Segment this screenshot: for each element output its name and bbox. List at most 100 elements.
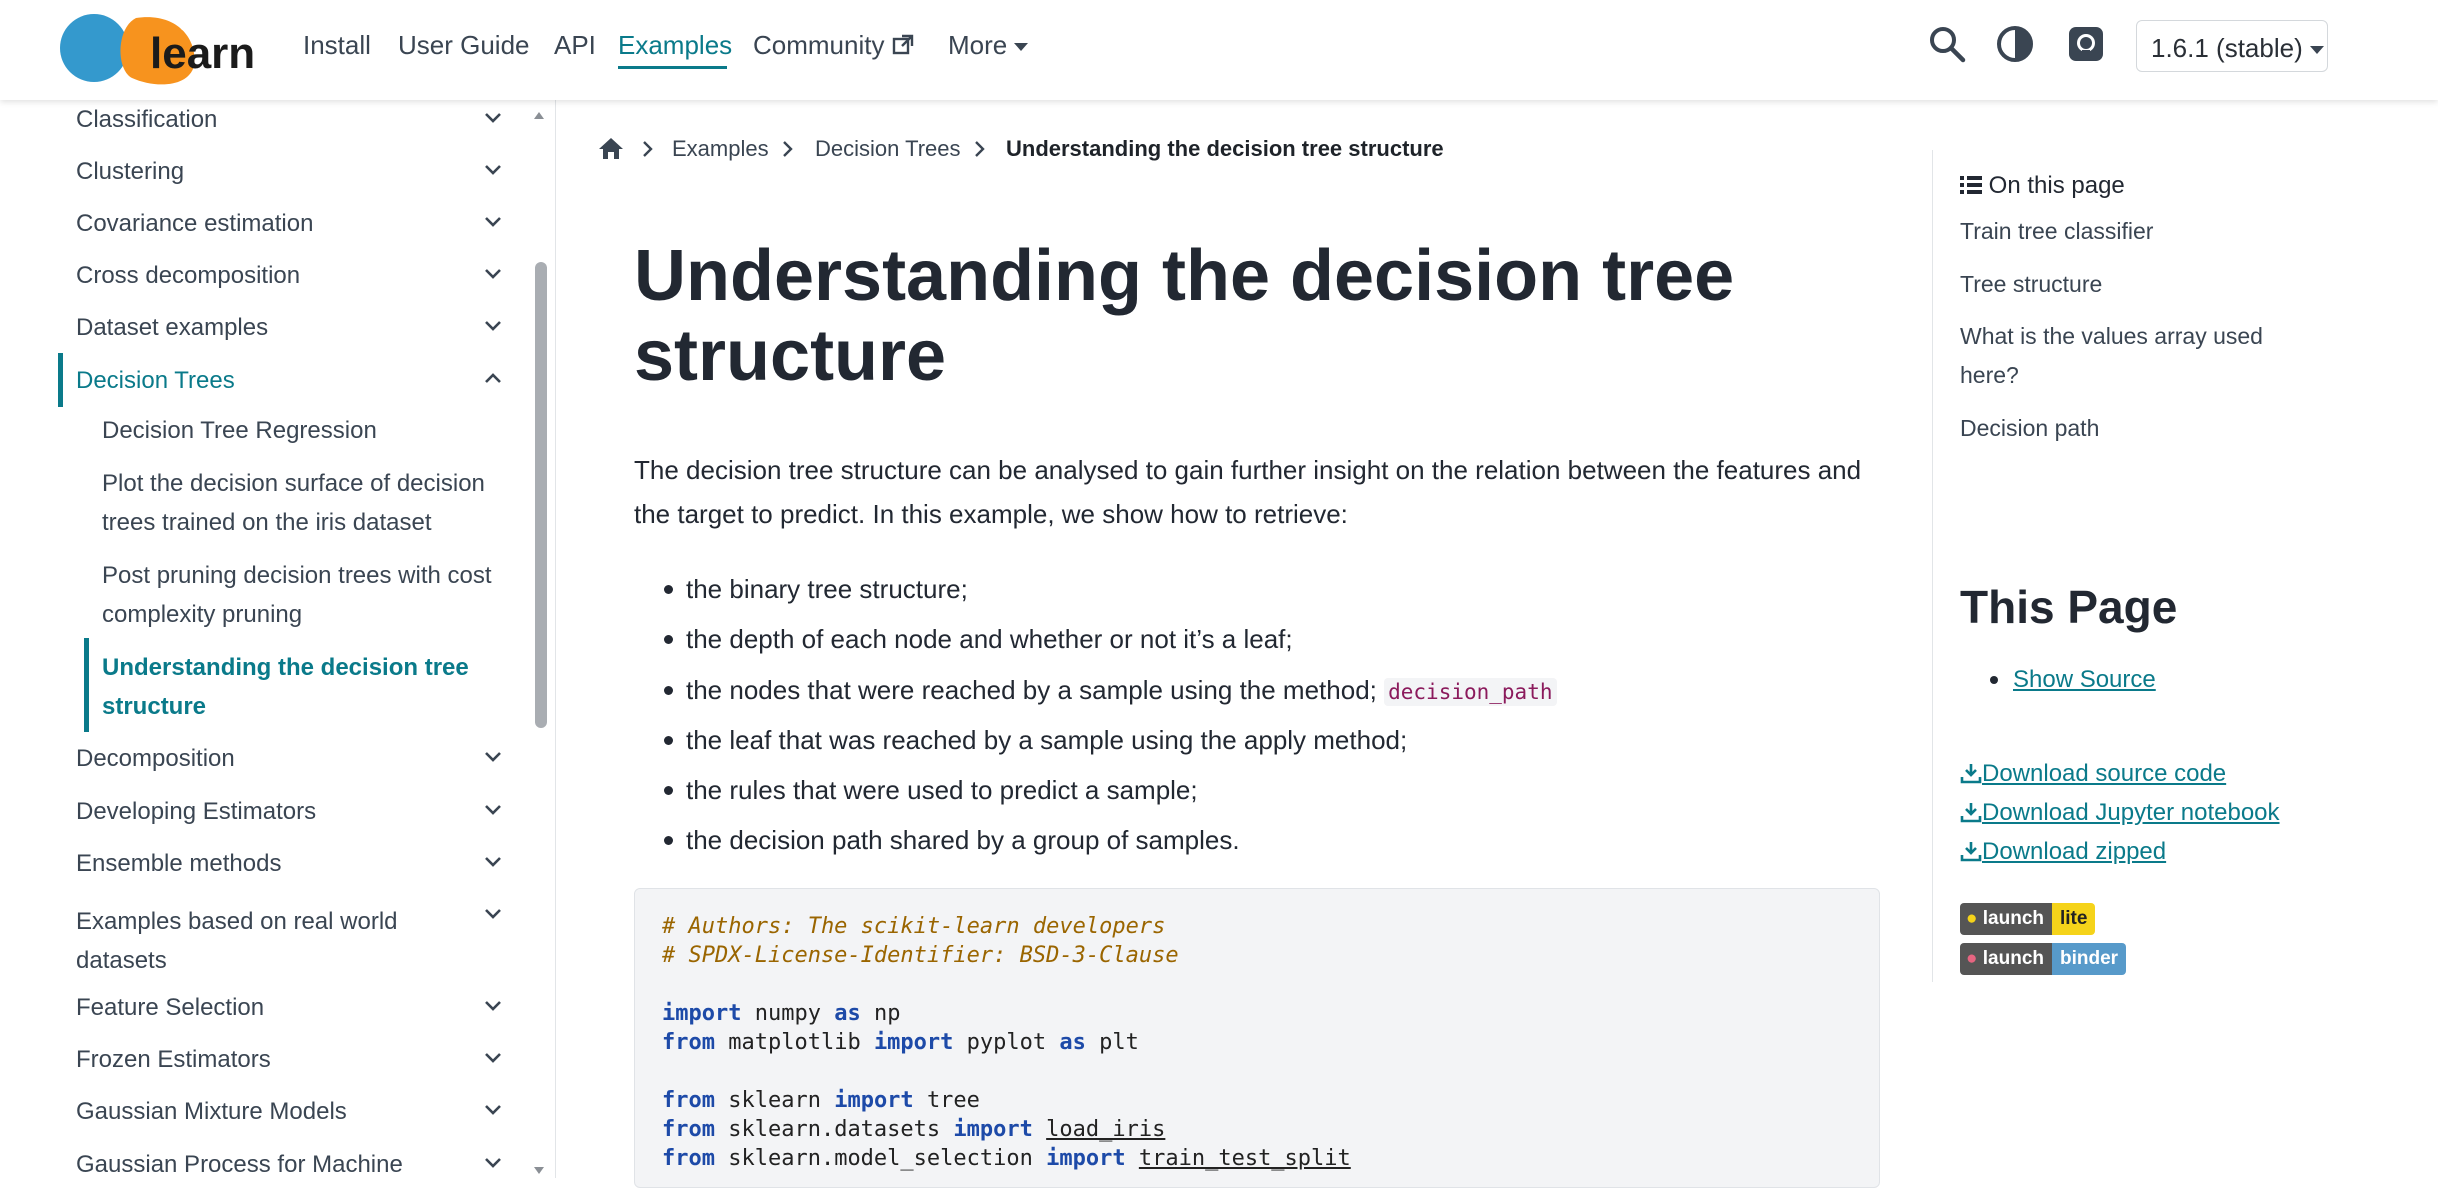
sidebar-item-covariance[interactable]: Covariance estimation [76, 210, 313, 238]
sidebar-subitem-post-pruning[interactable]: Post pruning decision trees with cost co… [102, 556, 502, 634]
chevron-down-icon[interactable] [484, 751, 502, 763]
toc-item-decision-path[interactable]: Decision path [1960, 409, 2300, 448]
bullet-dot [1990, 676, 1998, 684]
sidebar-item-decision-trees[interactable]: Decision Trees [76, 367, 235, 395]
sidebar-item-frozen-estimators[interactable]: Frozen Estimators [76, 1046, 271, 1074]
scikit-learn-logo[interactable]: scikit learn [58, 8, 278, 88]
breadcrumb-separator-icon [783, 141, 793, 157]
nav-examples[interactable]: Examples [618, 30, 732, 61]
badge-left: ● launch [1960, 943, 2052, 975]
chevron-down-icon[interactable] [484, 164, 502, 176]
chevron-down-icon[interactable] [484, 908, 502, 920]
toc-item-train[interactable]: Train tree classifier [1960, 212, 2300, 251]
sidebar-item-dataset-examples[interactable]: Dataset examples [76, 314, 268, 342]
sidebar-subitem-tree-structure[interactable]: Understanding the decision tree structur… [102, 648, 502, 726]
code-comment: # Authors: The scikit-learn developers [662, 914, 1166, 939]
chevron-down-icon[interactable] [484, 320, 502, 332]
theme-toggle-icon[interactable] [1995, 24, 2035, 64]
code-line: from sklearn import tree [662, 1088, 980, 1113]
chevron-down-icon[interactable] [484, 1000, 502, 1012]
code-line: from sklearn.model_selection import trai… [662, 1146, 1351, 1171]
download-zipped-link[interactable]: Download zipped [1960, 838, 2166, 866]
chevron-up-icon[interactable] [484, 372, 502, 384]
code-link-train-test-split[interactable]: train_test_split [1139, 1146, 1351, 1171]
launch-lite-badge[interactable]: ● launch lite [1960, 903, 2096, 935]
breadcrumb-separator-icon [643, 141, 653, 157]
badge-right: binder [2052, 943, 2127, 975]
download-source-link[interactable]: Download source code [1960, 760, 2226, 788]
sidebar-scrollbar-thumb[interactable] [535, 262, 547, 728]
breadcrumb-decision-trees[interactable]: Decision Trees [815, 136, 961, 162]
sidebar-item-gaussian-process[interactable]: Gaussian Process for Machine [76, 1151, 403, 1179]
binder-icon: ● [1966, 948, 1978, 969]
sidebar-item-real-world[interactable]: Examples based on real world datasets [76, 902, 436, 980]
bullet-dot [664, 786, 673, 795]
list-icon [1960, 176, 1982, 194]
bullet-dot [664, 836, 673, 845]
badge-right: lite [2052, 903, 2096, 935]
bullet-dot [664, 736, 673, 745]
sidebar-item-classification[interactable]: Classification [76, 106, 217, 134]
chevron-down-icon[interactable] [484, 856, 502, 868]
chevron-down-icon[interactable] [484, 112, 502, 124]
scroll-down-arrow-icon[interactable] [533, 1166, 545, 1176]
chevron-down-icon[interactable] [484, 216, 502, 228]
github-icon[interactable] [2066, 24, 2106, 64]
download-notebook-link[interactable]: Download Jupyter notebook [1960, 799, 2280, 827]
version-label: 1.6.1 (stable) [2151, 33, 2303, 63]
bullet-dot [664, 686, 673, 695]
nav-community-label: Community [753, 30, 885, 60]
sidebar-item-feature-selection[interactable]: Feature Selection [76, 994, 264, 1022]
breadcrumb-separator-icon [975, 141, 985, 157]
inline-code: decision_path [1384, 678, 1557, 706]
launch-binder-badge[interactable]: ● launch binder [1960, 943, 2127, 975]
toc-item-tree-structure[interactable]: Tree structure [1960, 265, 2300, 304]
breadcrumb-examples[interactable]: Examples [672, 136, 769, 162]
intro-paragraph: The decision tree structure can be analy… [634, 455, 1862, 529]
version-switcher[interactable]: 1.6.1 (stable) [2136, 20, 2328, 72]
toc-item-values-array[interactable]: What is the values array used here? [1960, 317, 2290, 395]
sidebar-item-developing-estimators[interactable]: Developing Estimators [76, 798, 316, 826]
bullet-dot [664, 585, 673, 594]
list-item: the decision path shared by a group of s… [686, 825, 1240, 855]
badge-left: ● launch [1960, 903, 2052, 935]
code-comment: # SPDX-License-Identifier: BSD-3-Clause [662, 943, 1179, 968]
show-source-link[interactable]: Show Source [2013, 666, 2156, 694]
sidebar-item-ensemble[interactable]: Ensemble methods [76, 850, 281, 878]
sidebar-item-decomposition[interactable]: Decomposition [76, 745, 235, 773]
sidebar-item-cross-decomposition[interactable]: Cross decomposition [76, 262, 300, 290]
logo-big-text: learn [150, 29, 255, 78]
sidebar-nav-list: Classification Clustering Covariance est… [0, 100, 530, 1178]
bullet-dot [664, 635, 673, 644]
top-navbar: scikit learn Install User Guide API Exam… [0, 0, 2438, 100]
chevron-down-icon[interactable] [484, 1052, 502, 1064]
chevron-down-icon[interactable] [484, 804, 502, 816]
caret-down-icon [2309, 46, 2324, 55]
nav-api[interactable]: API [554, 30, 596, 61]
code-line: import numpy as np [662, 1001, 901, 1026]
nav-install[interactable]: Install [303, 30, 371, 61]
nav-user-guide[interactable]: User Guide [398, 30, 530, 61]
toc-heading-label: On this page [1988, 172, 2125, 199]
download-icon [1960, 803, 1982, 823]
sidebar-subitem-tree-regression[interactable]: Decision Tree Regression [102, 411, 502, 450]
home-icon[interactable] [598, 136, 624, 160]
nav-more-dropdown[interactable]: More [948, 30, 1029, 61]
nav-community[interactable]: Community [753, 30, 914, 61]
code-line: from matplotlib import pyplot as plt [662, 1030, 1139, 1055]
chevron-down-icon[interactable] [484, 268, 502, 280]
scroll-up-arrow-icon[interactable] [533, 110, 545, 120]
nav-more-label: More [948, 30, 1008, 60]
list-item-text: the nodes that were reached by a sample … [686, 675, 1377, 705]
sidebar-item-gaussian-mixture[interactable]: Gaussian Mixture Models [76, 1098, 347, 1126]
right-rail-divider [1932, 150, 1933, 982]
chevron-down-icon[interactable] [484, 1104, 502, 1116]
list-item: the depth of each node and whether or no… [686, 624, 1293, 654]
code-link-load-iris[interactable]: load_iris [1046, 1117, 1165, 1142]
sidebar-subitem-decision-surface[interactable]: Plot the decision surface of decision tr… [102, 464, 502, 542]
chevron-down-icon[interactable] [484, 1157, 502, 1169]
caret-down-icon [1014, 43, 1029, 52]
search-icon[interactable] [1927, 24, 1967, 64]
sidebar-item-clustering[interactable]: Clustering [76, 158, 184, 186]
toc-heading: On this page [1960, 172, 2125, 200]
